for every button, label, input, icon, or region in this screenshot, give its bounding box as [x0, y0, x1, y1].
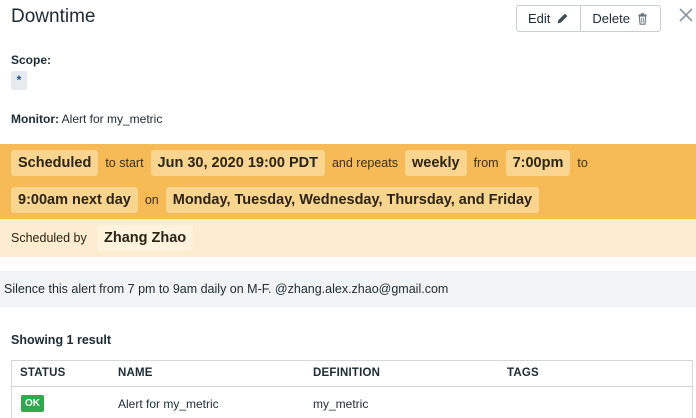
scope-value: * [11, 71, 27, 90]
table-header: STATUS NAME DEFINITION TAGS [12, 361, 692, 387]
column-header-tags[interactable]: TAGS [507, 367, 539, 379]
edit-button-label: Edit [528, 11, 551, 26]
downtime-message: Silence this alert from 7 pm to 9am dail… [0, 271, 696, 307]
result-count: Showing 1 result [11, 333, 112, 347]
schedule-row-2: 9:00am next day on Monday, Tuesday, Wedn… [11, 187, 540, 213]
monitor-label: Monitor: [11, 112, 59, 126]
status-badge: OK [21, 395, 44, 412]
scheduled-by-user: Zhang Zhao [97, 225, 194, 251]
trash-icon [638, 13, 647, 25]
from-time-chip: 7:00pm [505, 150, 571, 176]
row-name[interactable]: Alert for my_metric [118, 397, 219, 411]
pencil-icon [558, 13, 568, 24]
schedule-row-1: Scheduled to start Jun 30, 2020 19:00 PD… [11, 150, 595, 176]
page-title: Downtime [11, 6, 96, 27]
status-chip: Scheduled [11, 150, 99, 176]
scope-label: Scope: [11, 53, 52, 67]
modal-header: Downtime Edit Delete [0, 0, 696, 38]
on-text: on [144, 193, 159, 207]
days-chip: Monday, Tuesday, Wednesday, Thursday, an… [165, 187, 540, 213]
to-start-text: to start [105, 156, 144, 170]
frequency-chip: weekly [404, 150, 467, 176]
delete-button-label: Delete [592, 11, 630, 26]
monitor-value: Alert for my_metric [61, 112, 163, 126]
delete-button[interactable]: Delete [580, 6, 660, 31]
column-header-definition[interactable]: DEFINITION [313, 367, 380, 379]
action-button-group: Edit Delete [516, 5, 661, 32]
scheduled-by-row: Scheduled by Zhang Zhao [0, 219, 696, 257]
row-definition: my_metric [313, 397, 369, 411]
edit-button[interactable]: Edit [517, 6, 580, 31]
results-table: STATUS NAME DEFINITION TAGS OK Alert for… [11, 360, 693, 418]
to-time-chip: 9:00am next day [11, 187, 138, 213]
monitor-info: Monitor: Alert for my_metric [11, 112, 162, 126]
to-text: to [577, 156, 588, 170]
column-header-name[interactable]: NAME [118, 367, 153, 379]
close-icon[interactable] [678, 7, 694, 23]
start-date-chip: Jun 30, 2020 19:00 PDT [150, 150, 325, 176]
repeats-text: and repeats [331, 156, 398, 170]
schedule-panel: Scheduled to start Jun 30, 2020 19:00 PD… [0, 144, 696, 219]
from-text: from [473, 156, 499, 170]
column-header-status[interactable]: STATUS [20, 367, 66, 379]
scheduled-by-label: Scheduled by [11, 231, 87, 245]
